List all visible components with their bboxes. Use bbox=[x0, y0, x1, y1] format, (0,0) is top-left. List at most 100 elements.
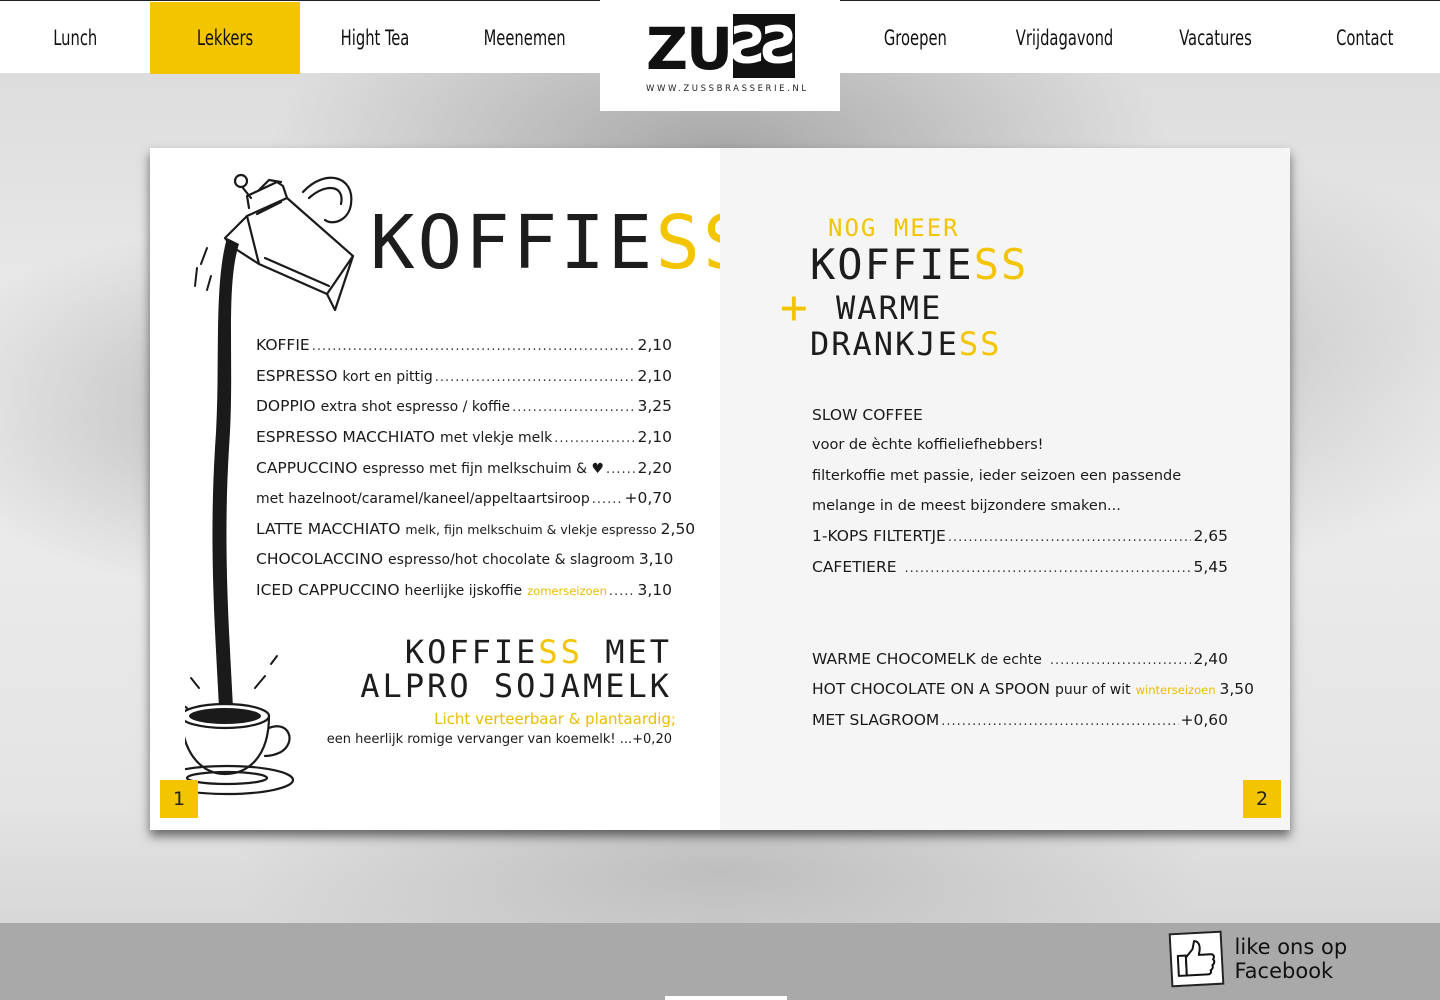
nav-label: Vrijdagavond bbox=[1016, 26, 1114, 50]
menu-item: ESPRESSO MACCHIATO met vlekje melk 2,10 bbox=[256, 428, 672, 446]
title-nog-meer: NOG MEER bbox=[828, 214, 960, 242]
item-price: 3,50 bbox=[1219, 680, 1255, 698]
slow-coffee-line: voor de èchte koffieliefhebbers! bbox=[812, 437, 1044, 453]
item-desc: met hazelnoot/caramel/kaneel/appeltaarts… bbox=[256, 491, 590, 507]
logo-url: WWW.ZUSSBRASSERIE.NL bbox=[646, 84, 809, 94]
item-price: 2,10 bbox=[637, 428, 672, 446]
item-price: 2,10 bbox=[637, 336, 672, 354]
item-name: WARME CHOCOMELK bbox=[812, 650, 976, 668]
leader-dots bbox=[941, 714, 1178, 729]
nav-item-vrijdagavond[interactable]: Vrijdagavond bbox=[990, 2, 1140, 74]
menu-item: LATTE MACCHIATO melk, fijn melkschuim & v… bbox=[256, 520, 695, 538]
item-name: HOT CHOCOLATE ON A SPOON bbox=[812, 680, 1050, 698]
title-koffiess: KOFFIESS bbox=[810, 244, 1028, 286]
item-desc: extra shot espresso / koffie bbox=[320, 399, 511, 415]
title-ss-accent: SS bbox=[973, 240, 1029, 289]
menu-page-right: NOG MEER KOFFIESS + WARME DRANKJESS SLOW… bbox=[720, 148, 1290, 830]
leader-dots bbox=[592, 492, 623, 507]
item-season-note: zomerseizoen bbox=[527, 584, 607, 598]
item-name: ESPRESSO MACCHIATO bbox=[256, 428, 435, 446]
nav-item-lunch[interactable]: Lunch bbox=[0, 2, 150, 74]
nav-label: Meenemen bbox=[483, 26, 567, 50]
item-name: CAPPUCCINO bbox=[256, 459, 358, 477]
menu-item: 1-KOPS FILTERTJE 2,65 bbox=[812, 527, 1228, 545]
menu-item: HOT CHOCOLATE ON A SPOON puur of wit winte… bbox=[812, 680, 1254, 698]
item-season-note: winterseizoen bbox=[1135, 683, 1216, 697]
item-price: +0,60 bbox=[1180, 711, 1229, 729]
alpro-heading-line-1: KOFFIESS MET bbox=[360, 633, 672, 671]
alpro-ss-accent: SS bbox=[538, 633, 583, 671]
title-drankjess: DRANKJESS bbox=[810, 328, 1001, 360]
alpro-subtitle: Licht verteerbaar & plantaardig; bbox=[434, 710, 676, 728]
nav-item-contact[interactable]: Contact bbox=[1290, 2, 1440, 74]
leader-dots bbox=[606, 462, 635, 477]
thumbs-up-icon-graphic bbox=[1177, 940, 1216, 977]
slow-coffee-line: melange in de meest bijzondere smaken... bbox=[812, 498, 1121, 514]
bottom-tab-strip bbox=[665, 996, 787, 1000]
item-name: CAFETIERE bbox=[812, 558, 897, 576]
item-price: 5,45 bbox=[1193, 558, 1228, 576]
leader-dots bbox=[905, 561, 1192, 576]
item-price: 2,50 bbox=[660, 520, 696, 538]
item-desc: de echte bbox=[980, 652, 1042, 668]
slow-coffee-title: SLOW COFFEE bbox=[812, 406, 923, 424]
item-desc: kort en pittig bbox=[342, 369, 433, 385]
item-price: 3,10 bbox=[637, 581, 672, 599]
item-desc: espresso met fijn melkschuim & ♥ bbox=[362, 461, 605, 477]
menu-page-left: KOFFIESS KOFFIE2,10 ESPRESSOkort en pitt… bbox=[150, 148, 747, 830]
nav-label: Hight Tea bbox=[340, 26, 410, 50]
item-desc: puur of wit bbox=[1054, 682, 1131, 698]
page-number-2: 2 bbox=[1243, 780, 1281, 818]
alpro-heading: KOFFIESS MET ALPRO SOJAMELK bbox=[360, 633, 672, 705]
menu-item: MET SLAGROOM +0,60 bbox=[812, 711, 1228, 729]
nav-item-vacatures[interactable]: Vacatures bbox=[1140, 2, 1290, 74]
nav-label: Contact bbox=[1336, 26, 1394, 50]
item-name: KOFFIE bbox=[256, 336, 310, 354]
nav-item-meenemen[interactable]: Meenemen bbox=[450, 2, 600, 74]
facebook-like-label: like ons op Facebook bbox=[1234, 935, 1348, 983]
item-price: 3,10 bbox=[638, 550, 674, 568]
logo-zu: ZU bbox=[646, 15, 733, 83]
thumbs-up-icon bbox=[1168, 930, 1224, 988]
item-name: DOPPIO bbox=[256, 397, 316, 415]
item-desc: melk, fijn melkschuim & vlekje espresso bbox=[405, 522, 657, 537]
title-word: KOFFIE bbox=[810, 240, 974, 289]
menu-item: ICED CAPPUCCINO heerlijke ijskoffie zomers… bbox=[256, 581, 672, 599]
menu-item: CAPPUCCINO espresso met fijn melkschuim &… bbox=[256, 459, 672, 477]
title-warme: WARME bbox=[836, 289, 943, 327]
menu-item: ESPRESSOkort en pittig 2,10 bbox=[256, 367, 672, 385]
item-name: 1-KOPS FILTERTJE bbox=[812, 527, 946, 545]
nav-label: Groepen bbox=[883, 26, 947, 50]
alpro-word: MET bbox=[582, 633, 672, 671]
nav-item-hight-tea[interactable]: Hight Tea bbox=[300, 2, 450, 74]
item-price: 2,20 bbox=[637, 459, 672, 477]
menu-item: DOPPIOextra shot espresso / koffie 3,25 bbox=[256, 397, 672, 415]
site-logo[interactable]: ZU SS WWW.ZUSSBRASSERIE.NL bbox=[600, 0, 840, 111]
nav-item-groepen[interactable]: Groepen bbox=[840, 2, 990, 74]
item-price: 2,65 bbox=[1193, 527, 1228, 545]
nav-item-lekkers[interactable]: Lekkers bbox=[150, 2, 300, 74]
alpro-heading-line-2: ALPRO SOJAMELK bbox=[360, 666, 672, 705]
nav-label: Lekkers bbox=[196, 26, 254, 50]
facebook-like-link[interactable]: like ons op Facebook bbox=[1168, 929, 1438, 989]
leader-dots bbox=[1050, 653, 1192, 668]
leader-dots bbox=[312, 339, 636, 354]
leader-dots bbox=[554, 431, 635, 446]
title-word: DRANKJE bbox=[810, 325, 959, 363]
logo-wordmark: ZU SS bbox=[646, 14, 797, 83]
title-plus: + bbox=[780, 280, 808, 334]
logo-ss: SS bbox=[731, 14, 797, 78]
menu-item: CHOCOLACCINO espresso/hot chocolate & sla… bbox=[256, 550, 674, 568]
item-price: 3,25 bbox=[637, 397, 672, 415]
menu-item-extra: met hazelnoot/caramel/kaneel/appeltaarts… bbox=[256, 489, 672, 507]
menu-book: KOFFIESS KOFFIE2,10 ESPRESSOkort en pitt… bbox=[150, 148, 1290, 830]
leader-dots bbox=[948, 530, 1192, 545]
item-desc: met vlekje melk bbox=[440, 430, 553, 446]
item-name: ICED CAPPUCCINO bbox=[256, 581, 400, 599]
page-number-1: 1 bbox=[160, 780, 198, 818]
item-name: MET SLAGROOM bbox=[812, 711, 940, 729]
item-price: +0,70 bbox=[624, 489, 673, 507]
item-price: 2,40 bbox=[1193, 650, 1228, 668]
menu-item: WARME CHOCOMELKde echte 2,40 bbox=[812, 650, 1228, 668]
item-name: CHOCOLACCINO bbox=[256, 550, 384, 568]
